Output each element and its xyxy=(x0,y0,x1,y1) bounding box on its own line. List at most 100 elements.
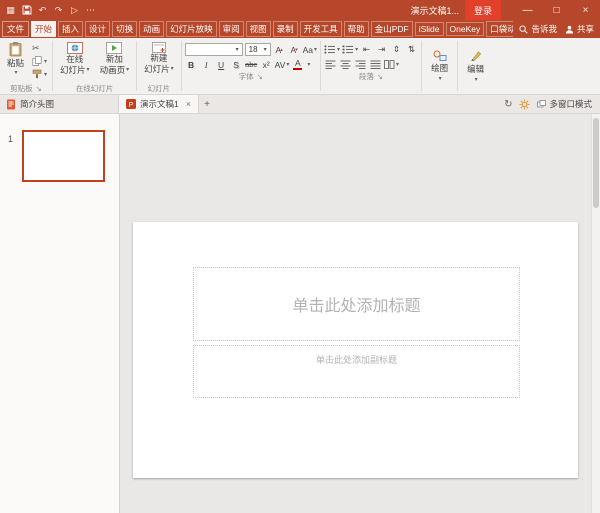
tab-pocket-animation[interactable]: 口袋动画 xyxy=(486,21,513,37)
tab-animations[interactable]: 动画 xyxy=(139,21,164,37)
minimize-button[interactable]: — xyxy=(513,0,542,20)
online-slides-dropdown-icon[interactable]: ▾ xyxy=(87,67,90,75)
slide-editing-surface[interactable]: 单击此处添加标题 单击此处添加副标题 xyxy=(133,222,578,478)
align-left-button[interactable] xyxy=(324,58,337,71)
undo-icon[interactable]: ↶ xyxy=(35,2,50,18)
editing-dropdown-icon[interactable]: ▾ xyxy=(475,76,478,83)
copy-button[interactable]: ▾ xyxy=(30,55,49,67)
decrease-indent-button[interactable]: ⇤ xyxy=(360,43,373,56)
drawing-group-button[interactable]: 绘图 ▾ xyxy=(422,38,457,94)
superscript-button[interactable]: x² xyxy=(260,58,273,71)
text-shadow-button[interactable]: S xyxy=(230,58,243,71)
strikethrough-button[interactable]: abc xyxy=(245,58,258,71)
drawing-dropdown-icon[interactable]: ▾ xyxy=(439,75,442,82)
close-button[interactable]: × xyxy=(571,0,600,20)
tab-islide[interactable]: iSlide xyxy=(415,22,444,36)
character-spacing-dropdown-icon[interactable]: ▾ xyxy=(286,61,289,68)
tab-help[interactable]: 帮助 xyxy=(344,21,369,37)
columns-dropdown-icon[interactable]: ▾ xyxy=(396,61,399,68)
columns-button[interactable]: ▾ xyxy=(384,58,399,71)
ribbon: 粘贴 ▾ ✂ ▾ ▾ 剪贴板 ↘ xyxy=(0,38,600,95)
login-button[interactable]: 登录 xyxy=(465,0,501,20)
subtitle-placeholder[interactable]: 单击此处添加副标题 xyxy=(193,345,520,398)
decrease-font-button[interactable]: A▾ xyxy=(288,43,301,56)
ppt-file-icon: P xyxy=(126,99,136,109)
new-document-tab-button[interactable]: + xyxy=(199,99,215,110)
tab-record[interactable]: 录制 xyxy=(273,21,298,37)
format-painter-dropdown-icon[interactable]: ▾ xyxy=(44,71,47,78)
title-placeholder[interactable]: 单击此处添加标题 xyxy=(193,267,520,341)
bullet-list-button[interactable]: ▾ xyxy=(324,43,340,56)
quick-access-more-icon[interactable]: ⋯ xyxy=(83,2,98,18)
font-size-combo[interactable]: 18▾ xyxy=(245,43,271,56)
cut-button[interactable]: ✂ xyxy=(30,42,49,54)
bold-button[interactable]: B xyxy=(185,58,198,71)
quick-access-toolbar: ▦ ↶ ↷ ▷ ⋯ xyxy=(0,2,98,18)
font-size-dropdown-icon[interactable]: ▾ xyxy=(264,46,267,53)
workspace-tab[interactable]: 简介头图 xyxy=(0,95,119,113)
underline-button[interactable]: U xyxy=(215,58,228,71)
slides-content: 新建 幻灯片▾ xyxy=(140,40,178,83)
multi-window-mode-button[interactable]: 多窗口模式 xyxy=(537,98,592,110)
document-tab[interactable]: P 演示文稿1 × xyxy=(119,95,199,113)
font-name-combo[interactable]: ▾ xyxy=(185,43,243,56)
refresh-icon[interactable]: ↻ xyxy=(504,99,512,110)
redo-icon[interactable]: ↷ xyxy=(51,2,66,18)
font-name-dropdown-icon[interactable]: ▾ xyxy=(236,46,239,53)
line-spacing-button[interactable]: ⇕ xyxy=(390,43,403,56)
text-direction-button[interactable]: ⇅ xyxy=(405,43,418,56)
new-slide-dropdown-icon[interactable]: ▾ xyxy=(171,66,174,74)
new-slide-button[interactable]: 新建 幻灯片▾ xyxy=(140,40,178,75)
vertical-scrollbar[interactable] xyxy=(591,114,600,513)
align-right-button[interactable] xyxy=(354,58,367,71)
tell-me-button[interactable]: 告诉我 xyxy=(519,23,557,35)
tab-developer[interactable]: 开发工具 xyxy=(300,21,342,37)
align-center-button[interactable] xyxy=(339,58,352,71)
font-color-button[interactable]: A xyxy=(291,58,304,71)
format-painter-button[interactable]: ▾ xyxy=(30,68,49,80)
settings-gear-icon[interactable] xyxy=(519,99,530,110)
tab-review[interactable]: 审阅 xyxy=(219,21,244,37)
tab-home[interactable]: 开始 xyxy=(31,21,56,37)
customize-grid-icon[interactable]: ▦ xyxy=(3,2,18,18)
maximize-button[interactable]: □ xyxy=(542,0,571,20)
editing-group-button[interactable]: 编辑 ▾ xyxy=(458,38,493,94)
numbered-list-dropdown-icon[interactable]: ▾ xyxy=(355,46,358,53)
increase-indent-button[interactable]: ⇥ xyxy=(375,43,388,56)
scrollbar-thumb[interactable] xyxy=(593,118,599,208)
change-case-dropdown-icon[interactable]: ▾ xyxy=(314,46,317,53)
tab-insert[interactable]: 插入 xyxy=(58,21,83,37)
clipboard-dialog-launcher-icon[interactable]: ↘ xyxy=(36,84,42,93)
copy-dropdown-icon[interactable]: ▾ xyxy=(44,58,47,65)
tab-kingsoft-pdf[interactable]: 金山PDF xyxy=(371,21,413,37)
tab-transitions[interactable]: 切换 xyxy=(112,21,137,37)
font-color-dropdown-icon[interactable]: ▾ xyxy=(307,61,310,68)
bullet-list-dropdown-icon[interactable]: ▾ xyxy=(337,46,340,53)
new-animation-page-button[interactable]: 新加 动画页▾ xyxy=(96,40,134,76)
character-spacing-button[interactable]: AV▾ xyxy=(275,58,290,71)
document-tab-close-icon[interactable]: × xyxy=(186,99,191,109)
paste-dropdown-icon[interactable]: ▾ xyxy=(15,69,18,76)
share-button[interactable]: 共享 xyxy=(565,23,594,35)
paste-button[interactable]: 粘贴 ▾ xyxy=(3,40,28,76)
increase-font-button[interactable]: A▴ xyxy=(273,43,286,56)
italic-button[interactable]: I xyxy=(200,58,213,71)
change-case-button[interactable]: Aa▾ xyxy=(303,43,317,56)
new-animation-page-dropdown-icon[interactable]: ▾ xyxy=(126,67,129,75)
tab-onekey[interactable]: OneKey xyxy=(446,22,485,36)
tab-design[interactable]: 设计 xyxy=(85,21,110,37)
paragraph-dialog-launcher-icon[interactable]: ↘ xyxy=(377,72,383,81)
save-icon[interactable] xyxy=(19,2,34,18)
numbered-list-button[interactable]: ▾ xyxy=(342,43,358,56)
start-slideshow-icon[interactable]: ▷ xyxy=(67,2,82,18)
tab-view[interactable]: 视图 xyxy=(246,21,271,37)
bullet-list-icon xyxy=(324,45,336,54)
slide-1-thumbnail[interactable] xyxy=(22,130,105,182)
online-slides-button[interactable]: 在线 幻灯片▾ xyxy=(56,40,94,76)
justify-button[interactable] xyxy=(369,58,382,71)
font-dialog-launcher-icon[interactable]: ↘ xyxy=(257,72,263,81)
tab-file[interactable]: 文件 xyxy=(2,21,29,37)
multi-window-icon xyxy=(537,100,546,108)
paragraph-row-2: ▾ xyxy=(324,58,418,71)
tab-slideshow[interactable]: 幻灯片放映 xyxy=(166,21,217,37)
